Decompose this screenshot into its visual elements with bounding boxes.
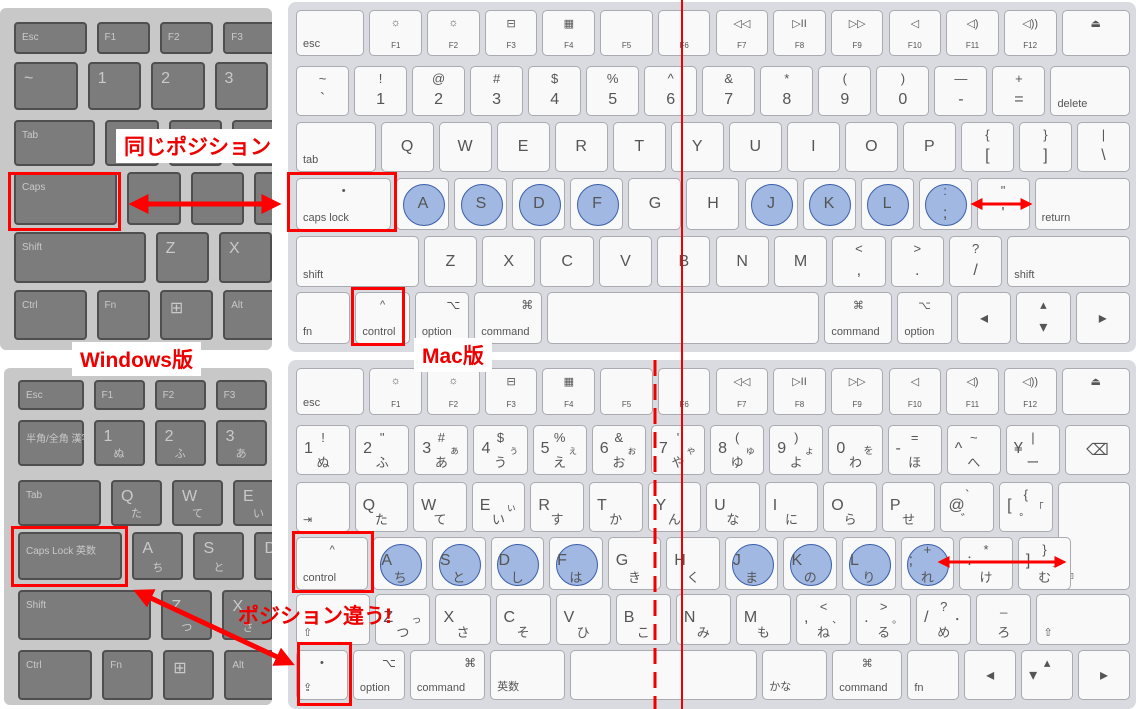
- same-position-label: 同じポジション: [116, 129, 279, 163]
- mac-version-label: Mac版: [414, 338, 492, 372]
- different-position-label: ポジション違う!: [238, 605, 392, 628]
- windows-version-label: Windows版: [72, 342, 201, 376]
